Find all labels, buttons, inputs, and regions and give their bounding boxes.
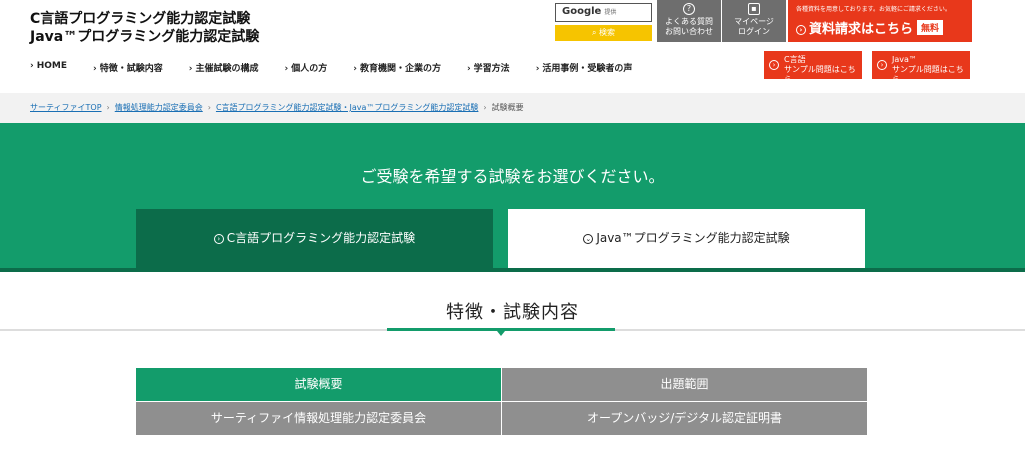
mypage-line-2: ログイン	[738, 27, 770, 36]
c-sample-line-2: サンプル問題はこちら	[784, 65, 856, 84]
site-header: C言語プログラミング能力認定試験 Java™プログラミング能力認定試験 Goog…	[0, 0, 1025, 93]
faq-button[interactable]: ? よくある質問 お問い合わせ	[657, 0, 721, 42]
tab-c-exam-label: C言語プログラミング能力認定試験	[226, 231, 416, 245]
arrow-right-icon: ›	[877, 60, 887, 70]
section-title: 特徴・試験内容	[446, 302, 579, 323]
java-sample-line-2: サンプル問題はこちら	[892, 65, 964, 84]
sub-menu-committee[interactable]: サーティファイ情報処理能力認定委員会	[136, 402, 501, 435]
site-logo[interactable]: C言語プログラミング能力認定試験 Java™プログラミング能力認定試験	[30, 10, 259, 46]
breadcrumb-separator: ›	[483, 103, 487, 112]
section-arrow-icon	[497, 331, 505, 336]
document-request-label: 資料請求はこちら	[809, 22, 914, 37]
tab-c-exam[interactable]: › C言語プログラミング能力認定試験	[136, 209, 493, 268]
logo-line-1: C言語プログラミング能力認定試験	[30, 11, 251, 27]
main-nav: HOME 特徴・試験内容 主催試験の構成 個人の方 教育機関・企業の方 学習方法…	[30, 61, 658, 75]
mypage-button[interactable]: ▪ マイページ ログイン	[722, 0, 786, 42]
arrow-right-icon: ›	[769, 60, 779, 70]
search-button[interactable]: ⌕ 検索	[555, 25, 652, 41]
search-input[interactable]: Google 提供	[555, 3, 652, 22]
sub-menu-overview[interactable]: 試験概要	[136, 368, 501, 401]
breadcrumb-link-top[interactable]: サーティファイTOP	[30, 103, 102, 112]
breadcrumb-link-exams[interactable]: C言語プログラミング能力認定試験・Java™プログラミング能力認定試験	[216, 103, 478, 112]
nav-item-study[interactable]: 学習方法	[467, 61, 510, 75]
sub-menu-open-badge[interactable]: オープンバッジ/デジタル認定証明書	[502, 402, 867, 435]
logo-line-2: Java™プログラミング能力認定試験	[30, 29, 260, 45]
java-sample-line-1: Java™	[892, 55, 917, 64]
nav-item-individuals[interactable]: 個人の方	[284, 61, 327, 75]
java-sample-button[interactable]: › Java™ サンプル問題はこちら	[872, 51, 970, 84]
faq-line-2: お問い合わせ	[665, 27, 713, 36]
breadcrumb-separator: ›	[106, 103, 110, 112]
hero-title: ご受験を希望する試験をお選びください。	[360, 167, 665, 186]
nav-item-cases[interactable]: 活用事例・受験者の声	[536, 61, 632, 75]
search-brand: Google	[562, 6, 602, 17]
sub-menu-grid: 試験概要 出題範囲 サーティファイ情報処理能力認定委員会 オープンバッジ/デジタ…	[136, 368, 867, 435]
chevron-down-icon: ⌄	[583, 234, 594, 244]
c-sample-button[interactable]: › C言語 サンプル問題はこちら	[764, 51, 862, 84]
arrow-right-icon: ›	[796, 25, 806, 35]
breadcrumb-current: 試験概要	[491, 103, 524, 112]
faq-line-1: よくある質問	[665, 17, 713, 26]
hero-bottom-bar	[0, 268, 1025, 272]
search-brand-sub: 提供	[604, 9, 617, 16]
free-badge: 無料	[917, 20, 944, 35]
breadcrumb-link-committee[interactable]: 情報処理能力認定委員会	[115, 103, 203, 112]
search-icon: ⌕	[591, 28, 600, 37]
document-request-button[interactable]: 各種資料を用意しております。お気軽にご請求ください。 › 資料請求はこちら 無料	[788, 0, 972, 42]
document-request-note: 各種資料を用意しております。お気軽にご請求ください。	[796, 6, 951, 13]
lock-icon: ▪	[748, 3, 760, 15]
help-icon: ?	[683, 3, 695, 15]
exam-select-hero: ご受験を希望する試験をお選びください。 › C言語プログラミング能力認定試験 ⌄ J…	[0, 123, 1025, 272]
breadcrumb: サーティファイTOP › 情報処理能力認定委員会 › C言語プログラミング能力認定試験・…	[0, 93, 1025, 123]
tab-java-exam[interactable]: ⌄ Java™プログラミング能力認定試験	[508, 209, 865, 268]
tab-java-exam-label: Java™プログラミング能力認定試験	[596, 231, 790, 245]
sub-menu-scope[interactable]: 出題範囲	[502, 368, 867, 401]
arrow-right-icon: ›	[213, 234, 224, 244]
c-sample-line-1: C言語	[784, 55, 806, 64]
mypage-line-1: マイページ	[734, 17, 774, 26]
nav-item-institutions[interactable]: 教育機関・企業の方	[353, 61, 441, 75]
nav-item-home[interactable]: HOME	[30, 61, 67, 75]
breadcrumb-separator: ›	[207, 103, 211, 112]
search-button-label: 検索	[599, 28, 616, 37]
nav-item-features[interactable]: 特徴・試験内容	[93, 61, 163, 75]
nav-item-exam-structure[interactable]: 主催試験の構成	[189, 61, 258, 75]
